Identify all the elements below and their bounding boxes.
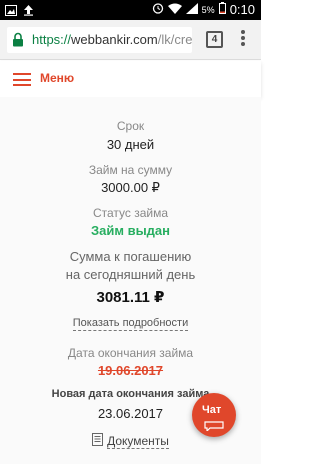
details-row: Показать подробности bbox=[0, 313, 261, 331]
chat-button[interactable]: Чат bbox=[192, 393, 236, 437]
term-label: Срок bbox=[116, 119, 145, 133]
amount-value: 3000.00 ₽ bbox=[101, 180, 160, 195]
menu-button[interactable]: Меню bbox=[40, 71, 74, 85]
status-label: Статус займа bbox=[92, 206, 169, 220]
amount-label: Займ на сумму bbox=[88, 163, 173, 177]
url-text: https://webbankir.com/lk/cre bbox=[32, 32, 192, 47]
wifi-icon bbox=[167, 2, 182, 17]
lock-icon bbox=[12, 32, 24, 52]
documents-link[interactable]: Документы bbox=[92, 433, 169, 449]
chat-bubble-icon bbox=[204, 418, 224, 436]
site-header: Меню bbox=[0, 61, 261, 97]
address-bar[interactable]: https://webbankir.com/lk/cre bbox=[7, 27, 192, 53]
status-badge: Займ выдан bbox=[90, 223, 171, 238]
battery-percent: 5% bbox=[201, 4, 215, 15]
repay-value: 3081.11 ₽ bbox=[96, 289, 165, 306]
alarm-icon bbox=[152, 2, 164, 17]
term-value: 30 дней bbox=[106, 137, 155, 152]
tab-switcher-button[interactable]: 4 bbox=[206, 31, 223, 48]
signal-icon bbox=[185, 2, 198, 17]
status-bar: 5% 0:10 bbox=[0, 0, 261, 20]
chat-label: Чат bbox=[202, 404, 222, 416]
image-icon bbox=[5, 3, 17, 21]
browser-menu-icon[interactable] bbox=[238, 30, 248, 50]
repay-label: Сумма к погашению на сегодняшний день bbox=[65, 249, 196, 282]
clock: 0:10 bbox=[229, 2, 255, 17]
old-end-date: 19.06.2017 bbox=[97, 363, 164, 378]
hamburger-icon[interactable] bbox=[13, 73, 31, 86]
document-icon bbox=[92, 433, 104, 449]
end-date-label: Дата окончания займа bbox=[67, 346, 194, 360]
battery-icon bbox=[218, 2, 226, 17]
browser-toolbar: https://webbankir.com/lk/cre 4 bbox=[0, 20, 261, 60]
upload-icon bbox=[23, 3, 34, 21]
show-details-link[interactable]: Показать подробности bbox=[72, 316, 189, 331]
